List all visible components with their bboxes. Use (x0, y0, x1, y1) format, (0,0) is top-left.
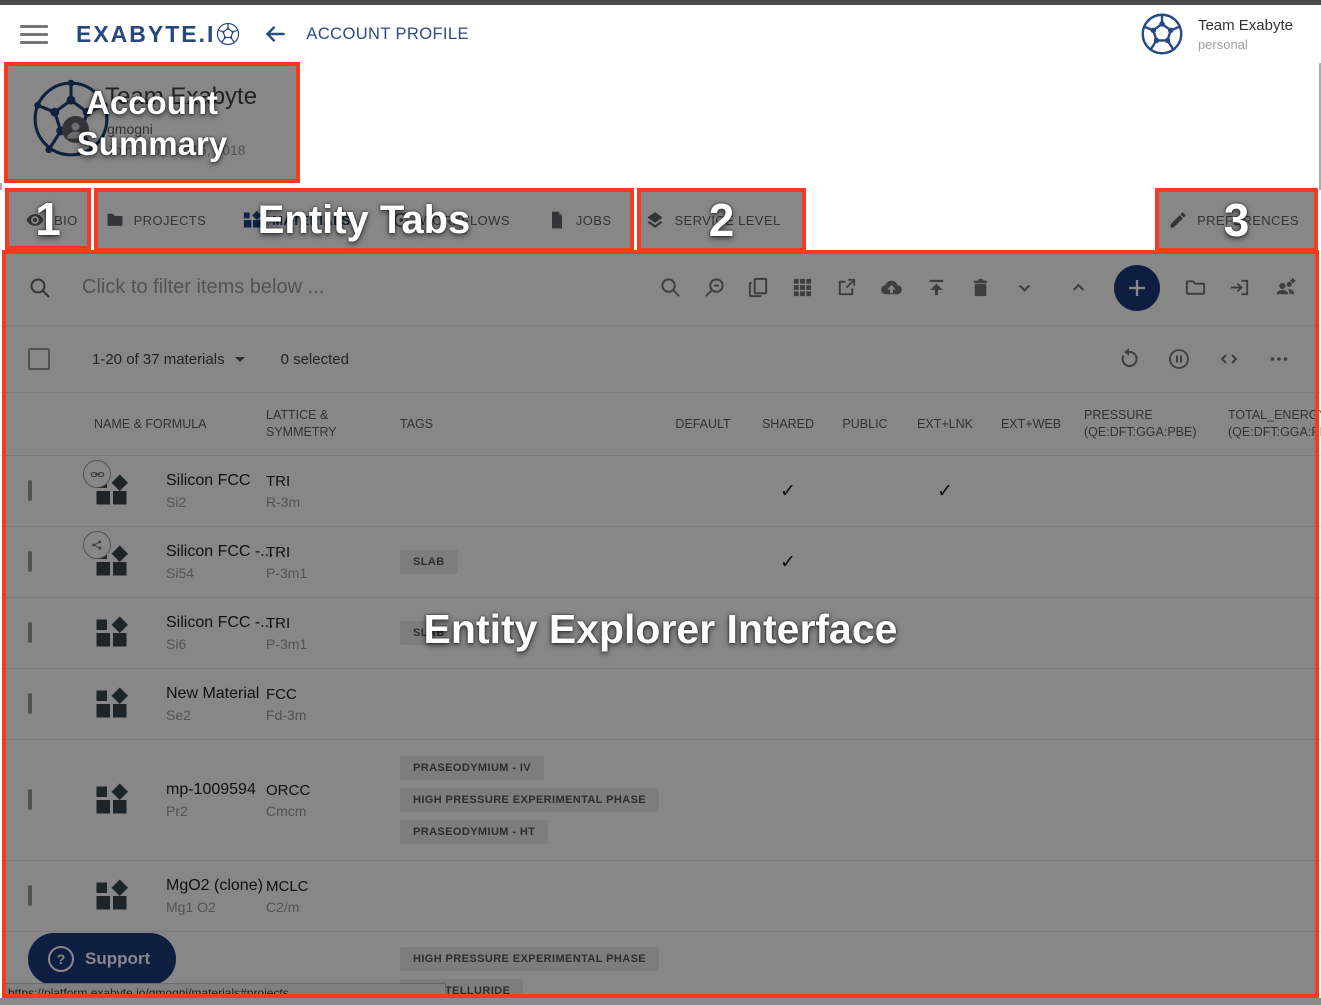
menu-icon[interactable] (20, 20, 48, 49)
annotation-tab-box-3: 3 (1155, 188, 1318, 252)
annotation-entity-tabs: Entity Tabs (94, 188, 634, 252)
annotation-tab-box-1: 1 (5, 188, 91, 250)
account-type: personal (1198, 37, 1293, 52)
window-bottom-edge (0, 998, 1321, 1005)
app-window: EXABYTE.I ACCOUNT PROFILE (0, 0, 1321, 1005)
back-arrow-icon[interactable] (262, 21, 288, 47)
page-title: ACCOUNT PROFILE (306, 25, 468, 44)
top-app-bar: EXABYTE.I ACCOUNT PROFILE (0, 5, 1321, 63)
window-top-edge (0, 0, 1321, 5)
brand-logo[interactable]: EXABYTE.I (76, 21, 240, 48)
annotation-entity-explorer: Entity Explorer Interface (2, 250, 1319, 998)
brand-ball-icon (216, 22, 240, 46)
brand-text: EXABYTE.I (76, 21, 215, 48)
account-name: Team Exabyte (1198, 17, 1293, 34)
annotation-tab-box-2: 2 (637, 188, 806, 252)
account-chip[interactable]: Team Exabyte personal (1140, 12, 1293, 56)
annotation-account-summary: Account Summary (4, 62, 300, 183)
account-avatar (1140, 12, 1184, 56)
